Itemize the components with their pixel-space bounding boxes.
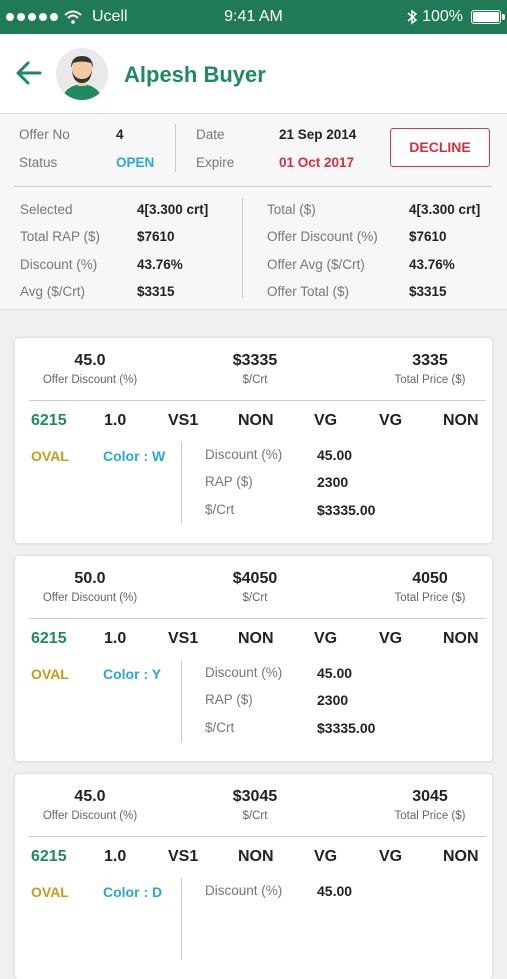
divider (242, 198, 243, 298)
divider (181, 660, 182, 742)
discount-value: 45.00 (317, 447, 353, 463)
avatar (56, 48, 108, 100)
crt-label: $/Crt (205, 720, 235, 735)
offer-discount-metric: 45.0 Offer Discount (%) (42, 352, 138, 386)
totals-right-label: Offer Discount (%) (267, 229, 378, 244)
divider (181, 878, 182, 960)
per-crt-metric: $4050 $/Crt (232, 570, 278, 604)
rap-label: RAP ($) (205, 474, 253, 489)
cut-grade: NON (238, 412, 274, 429)
discount-value: 45.00 (317, 665, 353, 681)
totals-right-label: Offer Avg ($/Crt) (267, 257, 365, 272)
divider (29, 836, 486, 837)
carat: 1.0 (104, 848, 127, 865)
rap-label: RAP ($) (205, 692, 253, 707)
date-value: 21 Sep 2014 (279, 127, 357, 142)
totals-left-value: $3315 (137, 284, 175, 299)
carat: 1.0 (104, 630, 127, 647)
stone-id: 6215 (31, 848, 67, 865)
discount-label: Discount (%) (205, 883, 283, 898)
rap-value: 2300 (317, 474, 349, 490)
symmetry-grade: VG (379, 630, 403, 647)
date-label: Date (196, 127, 225, 142)
status-badge: OPEN (116, 155, 155, 170)
symmetry-grade: VG (379, 848, 403, 865)
divider (29, 618, 486, 619)
totals-right-value: $7610 (409, 229, 447, 244)
discount-label: Discount (%) (205, 665, 283, 680)
buyer-name: Alpesh Buyer (124, 62, 266, 87)
offer-no-value: 4 (116, 127, 124, 142)
crt-value: $3335.00 (317, 502, 376, 518)
stone-id: 6215 (31, 630, 67, 647)
polish-grade: VG (314, 630, 338, 647)
discount-label: Discount (%) (205, 447, 283, 462)
back-arrow-icon[interactable] (14, 58, 44, 88)
battery-percent: 100% (422, 8, 463, 25)
polish-grade: VG (314, 848, 338, 865)
totals-right-label: Total ($) (267, 202, 316, 217)
totals-left-label: Avg ($/Crt) (20, 284, 86, 299)
carat: 1.0 (104, 412, 127, 429)
totals-left-label: Discount (%) (20, 257, 98, 272)
cut-grade: NON (238, 630, 274, 647)
expire-label: Expire (196, 155, 235, 170)
status-bar: Ucell 9:41 AM 100% (0, 0, 507, 34)
cut-grade: NON (238, 848, 274, 865)
header: Alpesh Buyer (0, 34, 507, 114)
divider (14, 186, 492, 187)
decline-button[interactable]: DECLINE (390, 128, 490, 167)
offer-item-card[interactable]: 45.0 Offer Discount (%) $3045 $/Crt 3045… (15, 774, 492, 979)
symmetry-grade: VG (379, 412, 403, 429)
offer-discount-metric: 45.0 Offer Discount (%) (42, 788, 138, 822)
offer-discount-metric: 50.0 Offer Discount (%) (42, 570, 138, 604)
totals-right-label: Offer Total ($) (267, 284, 350, 299)
per-crt-metric: $3335 $/Crt (232, 352, 278, 386)
clarity: VS1 (168, 848, 199, 865)
discount-value: 45.00 (317, 883, 353, 899)
crt-value: $3335.00 (317, 720, 376, 736)
shape: OVAL (31, 666, 69, 682)
divider (175, 124, 176, 172)
crt-label: $/Crt (205, 502, 235, 517)
clarity: VS1 (168, 412, 199, 429)
totals-right-value: 43.76% (409, 257, 455, 272)
clarity: VS1 (168, 630, 199, 647)
polish-grade: VG (314, 412, 338, 429)
fluorescence: NON (443, 412, 479, 429)
rap-value: 2300 (317, 692, 349, 708)
total-price-metric: 3045 Total Price ($) (394, 788, 466, 822)
divider (181, 442, 182, 524)
totals-left-label: Selected (20, 202, 73, 217)
total-price-metric: 4050 Total Price ($) (394, 570, 466, 604)
totals-right-value: $3315 (409, 284, 447, 299)
stone-id: 6215 (31, 412, 67, 429)
color: Color : D (103, 884, 163, 900)
totals-left-value: $7610 (137, 229, 175, 244)
per-crt-metric: $3045 $/Crt (232, 788, 278, 822)
status-label: Status (19, 155, 58, 170)
expire-value: 01 Oct 2017 (279, 155, 355, 170)
offer-item-card[interactable]: 50.0 Offer Discount (%) $4050 $/Crt 4050… (15, 556, 492, 761)
shape: OVAL (31, 884, 69, 900)
battery-icon (471, 10, 505, 24)
bluetooth-icon (407, 9, 418, 25)
offer-summary: Offer No 4 Status OPEN Date 21 Sep 2014 … (0, 114, 507, 310)
color: Color : W (103, 448, 166, 464)
divider (29, 400, 486, 401)
totals-left-value: 4[3.300 crt] (137, 202, 209, 217)
totals-left-value: 43.76% (137, 257, 183, 272)
fluorescence: NON (443, 848, 479, 865)
color: Color : Y (103, 666, 162, 682)
fluorescence: NON (443, 630, 479, 647)
total-price-metric: 3335 Total Price ($) (394, 352, 466, 386)
totals-right-value: 4[3.300 crt] (409, 202, 481, 217)
totals-left-label: Total RAP ($) (20, 229, 101, 244)
offer-no-label: Offer No (19, 127, 70, 142)
offer-item-card[interactable]: 45.0 Offer Discount (%) $3335 $/Crt 3335… (15, 338, 492, 543)
shape: OVAL (31, 448, 69, 464)
